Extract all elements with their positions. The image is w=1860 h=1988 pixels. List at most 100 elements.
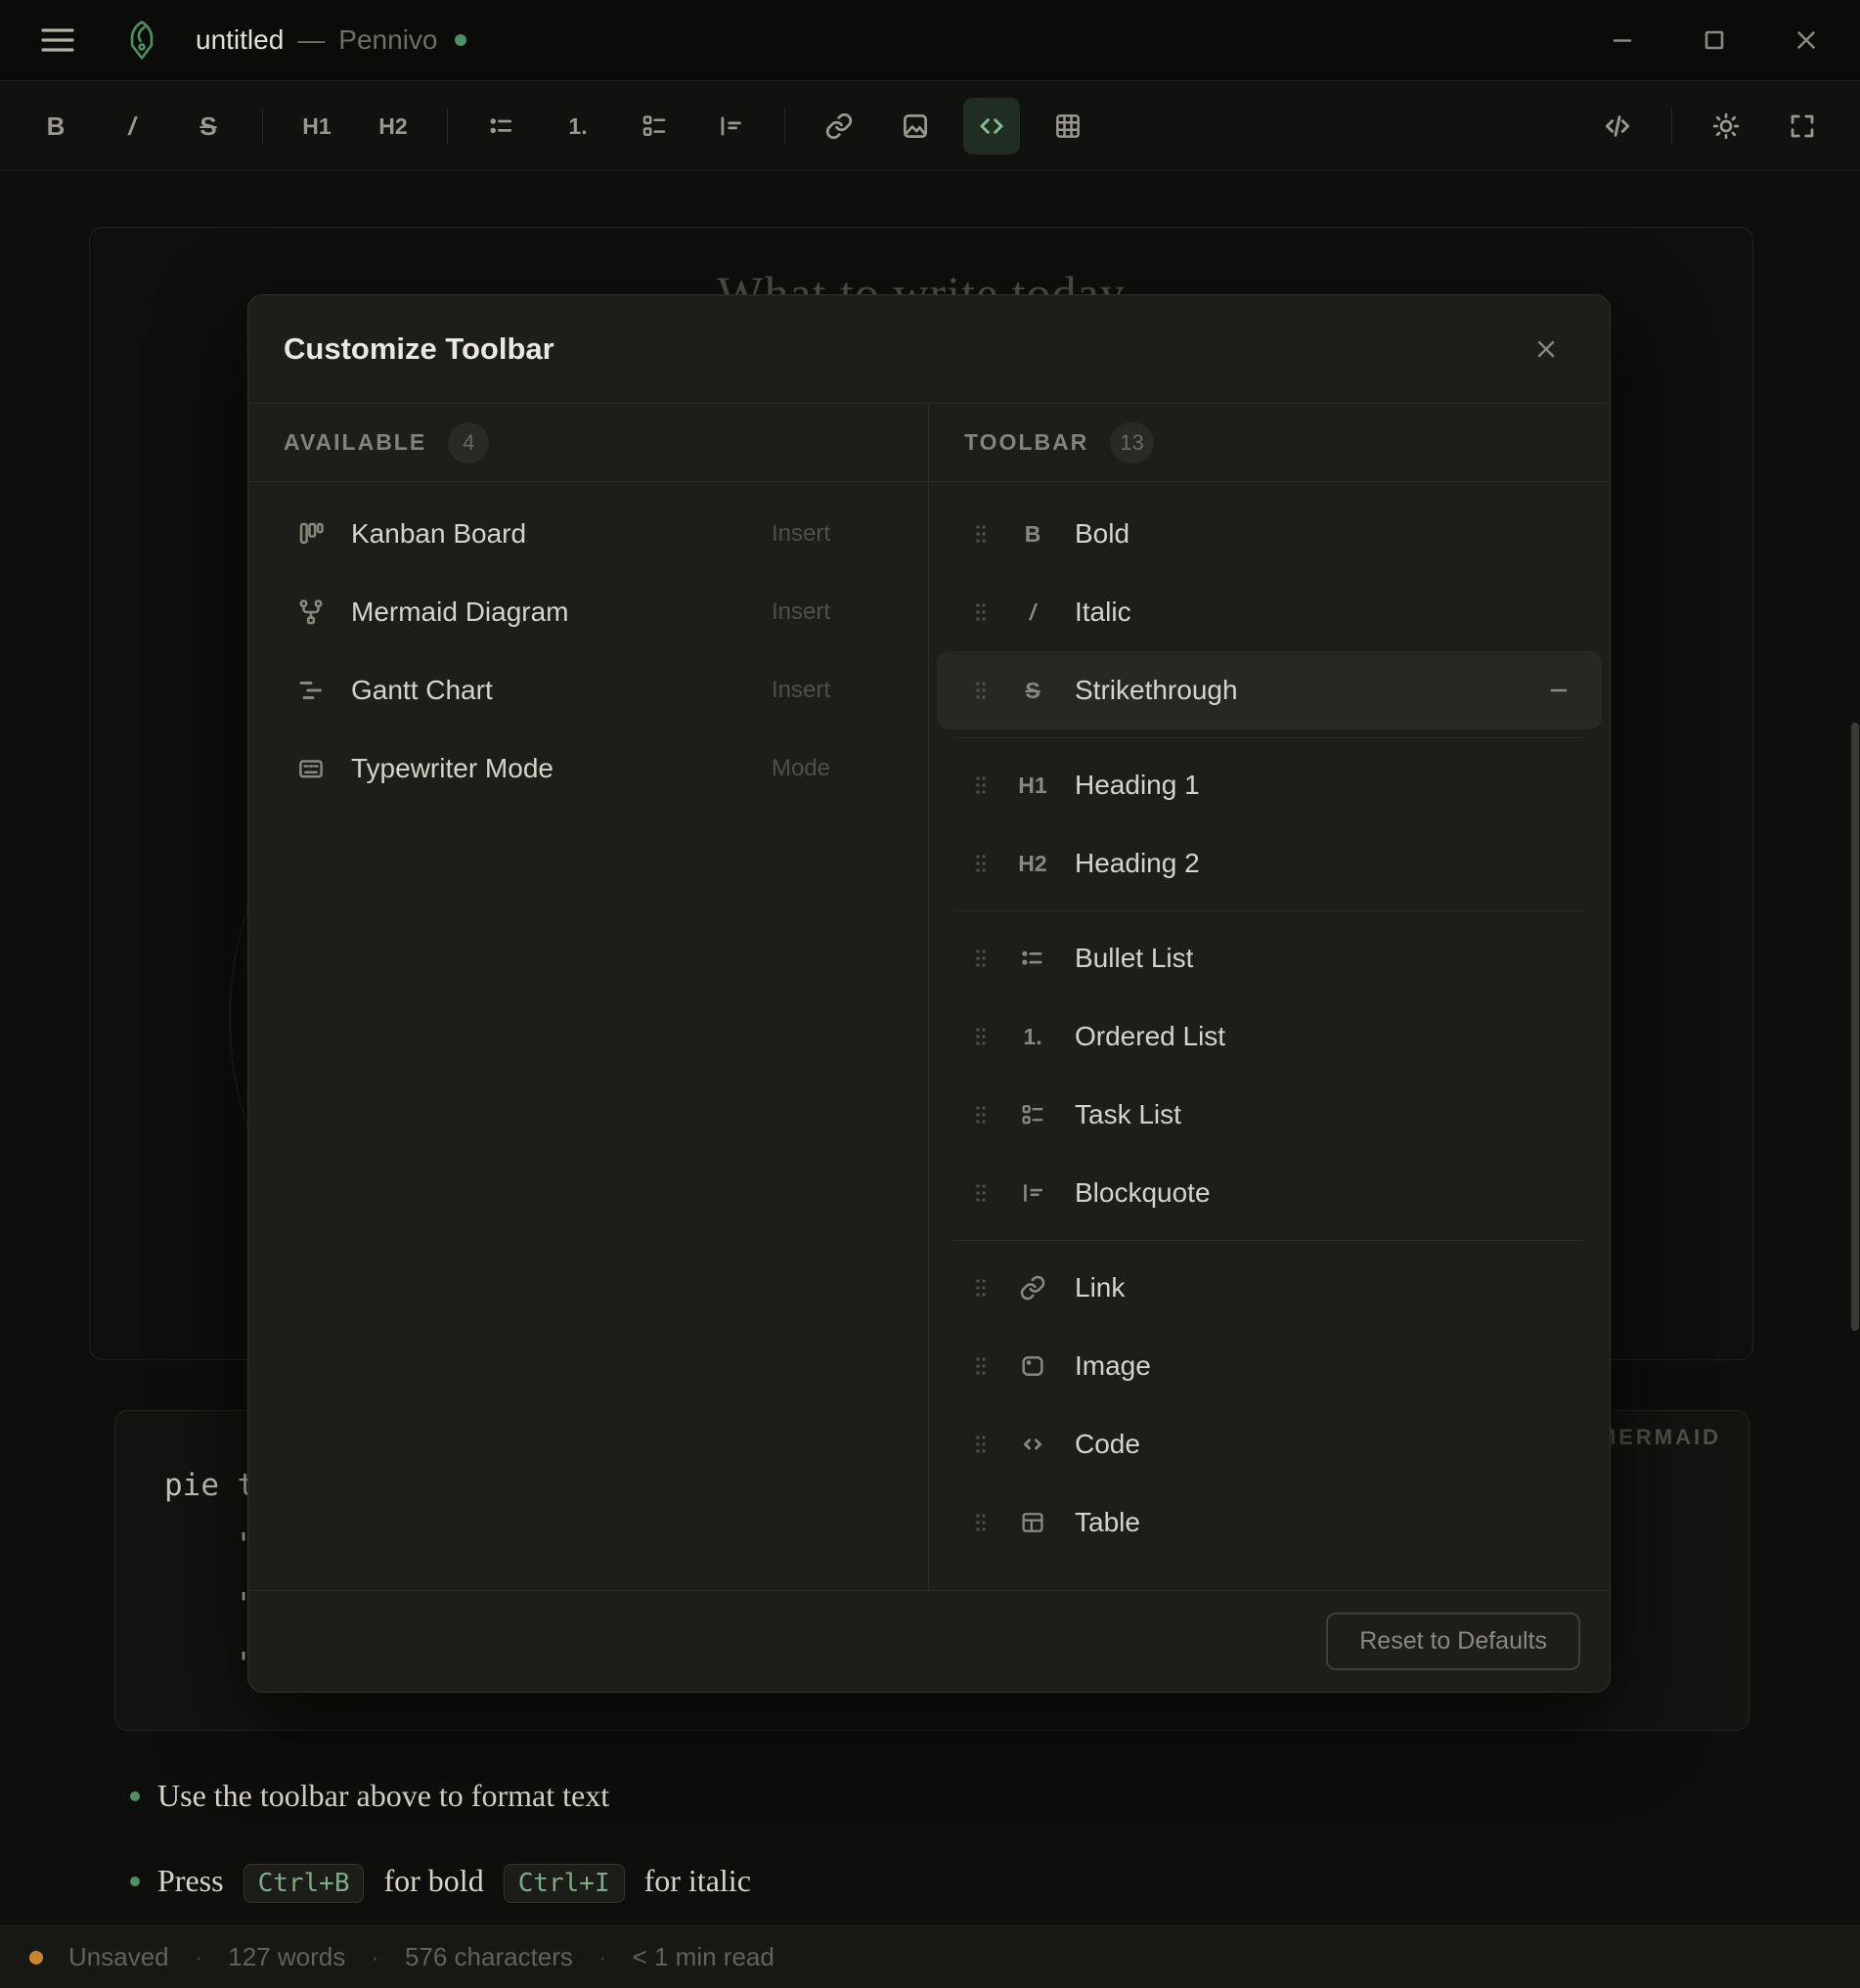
toolbar-title: TOOLBAR [964, 429, 1088, 456]
h1-icon: H1 [302, 113, 331, 140]
link-button[interactable] [811, 98, 867, 155]
toolbar-item-label: Image [1075, 1350, 1151, 1382]
character-count: 576 characters [405, 1942, 573, 1972]
drag-handle-icon[interactable] [973, 1181, 989, 1205]
toolbar-item-code[interactable]: Code [937, 1405, 1602, 1483]
app-name: Pennivo [338, 24, 437, 56]
available-item-action: Insert [772, 598, 928, 626]
formatting-toolbar: B / S H1 H2 1. [0, 82, 1860, 171]
modal-close-button[interactable] [1526, 329, 1567, 370]
drag-handle-icon[interactable] [973, 522, 989, 546]
toolbar-item-heading1[interactable]: H1 Heading 1 [937, 746, 1602, 824]
available-item-action: Insert [772, 520, 928, 548]
theme-toggle-button[interactable] [1698, 98, 1754, 155]
toolbar-item-label: Bullet List [1075, 943, 1193, 974]
toolbar-item-bullet-list[interactable]: Bullet List [937, 919, 1602, 997]
toolbar-group-divider [953, 737, 1585, 738]
titlebar: untitled — Pennivo [0, 0, 1860, 81]
h2-icon: H2 [378, 113, 407, 140]
image-button[interactable] [887, 98, 944, 155]
toolbar-item-label: Task List [1075, 1099, 1181, 1130]
unsaved-dot-icon [29, 1951, 43, 1965]
image-icon [1016, 1352, 1049, 1380]
link-icon [1016, 1274, 1049, 1302]
available-item-typewriter-mode[interactable]: Typewriter Mode Mode [248, 729, 928, 808]
drag-handle-icon[interactable] [973, 1433, 989, 1456]
hamburger-icon [41, 27, 74, 53]
toolbar-item-image[interactable]: Image [937, 1327, 1602, 1405]
drag-handle-icon[interactable] [973, 947, 989, 970]
code-button[interactable] [963, 98, 1020, 155]
available-count-badge: 4 [448, 422, 489, 464]
code-icon [1016, 1431, 1049, 1458]
drag-handle-icon[interactable] [973, 1354, 989, 1378]
bullet-text: Use the toolbar above to format text [157, 1778, 609, 1813]
drag-handle-icon[interactable] [973, 600, 989, 624]
drag-handle-icon[interactable] [973, 1025, 989, 1048]
available-item-label: Gantt Chart [351, 675, 493, 706]
minimize-button[interactable] [1604, 22, 1641, 59]
ordered-list-button[interactable]: 1. [550, 98, 606, 155]
h2-icon: H2 [1016, 851, 1049, 877]
toolbar-item-strikethrough[interactable]: S Strikethrough [937, 651, 1602, 729]
close-button[interactable] [1788, 22, 1825, 59]
toolbar-item-blockquote[interactable]: Blockquote [937, 1154, 1602, 1232]
drag-handle-icon[interactable] [973, 1103, 989, 1127]
kanban-icon [294, 519, 328, 549]
italic-button[interactable]: / [104, 98, 160, 155]
read-time: < 1 min read [633, 1942, 775, 1972]
table-button[interactable] [1040, 98, 1096, 155]
status-separator: · [598, 1942, 607, 1972]
drag-handle-icon[interactable] [973, 1276, 989, 1300]
h1-icon: H1 [1016, 773, 1049, 799]
sun-icon [1711, 111, 1741, 141]
toolbar-item-heading2[interactable]: H2 Heading 2 [937, 824, 1602, 903]
toolbar-item-bold[interactable]: B Bold [937, 495, 1602, 573]
drag-handle-icon[interactable] [973, 852, 989, 875]
pennivo-logo-icon [121, 17, 162, 64]
menu-button[interactable] [41, 27, 74, 53]
strikethrough-button[interactable]: S [180, 98, 237, 155]
bold-button[interactable]: B [27, 98, 84, 155]
status-separator: · [371, 1942, 379, 1972]
toolbar-column: TOOLBAR 13 B Bold / [929, 404, 1610, 1590]
available-item-label: Typewriter Mode [351, 753, 554, 784]
kbd-shortcut: Ctrl+I [504, 1864, 625, 1903]
toolbar-item-task-list[interactable]: Task List [937, 1076, 1602, 1154]
toolbar-group-divider [953, 910, 1585, 911]
toolbar-count-badge: 13 [1110, 422, 1153, 464]
task-list-button[interactable] [626, 98, 683, 155]
blockquote-button[interactable] [702, 98, 759, 155]
toolbar-item-ordered-list[interactable]: 1. Ordered List [937, 997, 1602, 1076]
available-column: AVAILABLE 4 Kanban Board Insert [248, 404, 929, 1590]
italic-icon: / [1016, 599, 1049, 626]
available-item-mermaid-diagram[interactable]: Mermaid Diagram Insert [248, 573, 928, 651]
status-separator: · [195, 1942, 203, 1972]
modal-header: Customize Toolbar [248, 295, 1610, 404]
toolbar-item-label: Strikethrough [1075, 675, 1238, 706]
image-icon [901, 111, 930, 141]
status-bar: Unsaved · 127 words · 576 characters · <… [0, 1925, 1860, 1988]
toolbar-item-table[interactable]: Table [937, 1483, 1602, 1562]
toolbar-item-link[interactable]: Link [937, 1249, 1602, 1327]
bullet-item: Press Ctrl+B for bold Ctrl+I for italic [95, 1863, 1660, 1899]
toolbar-item-italic[interactable]: / Italic [937, 573, 1602, 651]
bullet-list-button[interactable] [473, 98, 530, 155]
link-icon [824, 111, 854, 141]
source-view-button[interactable] [1589, 98, 1646, 155]
customize-toolbar-modal: Customize Toolbar AVAILABLE 4 [247, 294, 1611, 1693]
toolbar-item-label: Table [1075, 1507, 1140, 1538]
fullscreen-button[interactable] [1774, 98, 1831, 155]
scrollbar[interactable] [1851, 723, 1859, 1331]
drag-handle-icon[interactable] [973, 1511, 989, 1534]
available-item-gantt-chart[interactable]: Gantt Chart Insert [248, 651, 928, 729]
heading1-button[interactable]: H1 [288, 98, 345, 155]
maximize-button[interactable] [1696, 22, 1733, 59]
heading2-button[interactable]: H2 [365, 98, 421, 155]
status-dot-icon [455, 34, 466, 46]
reset-to-defaults-button[interactable]: Reset to Defaults [1326, 1612, 1580, 1670]
available-item-kanban-board[interactable]: Kanban Board Insert [248, 495, 928, 573]
drag-handle-icon[interactable] [973, 773, 989, 797]
remove-item-button[interactable] [1539, 671, 1578, 710]
drag-handle-icon[interactable] [973, 679, 989, 702]
